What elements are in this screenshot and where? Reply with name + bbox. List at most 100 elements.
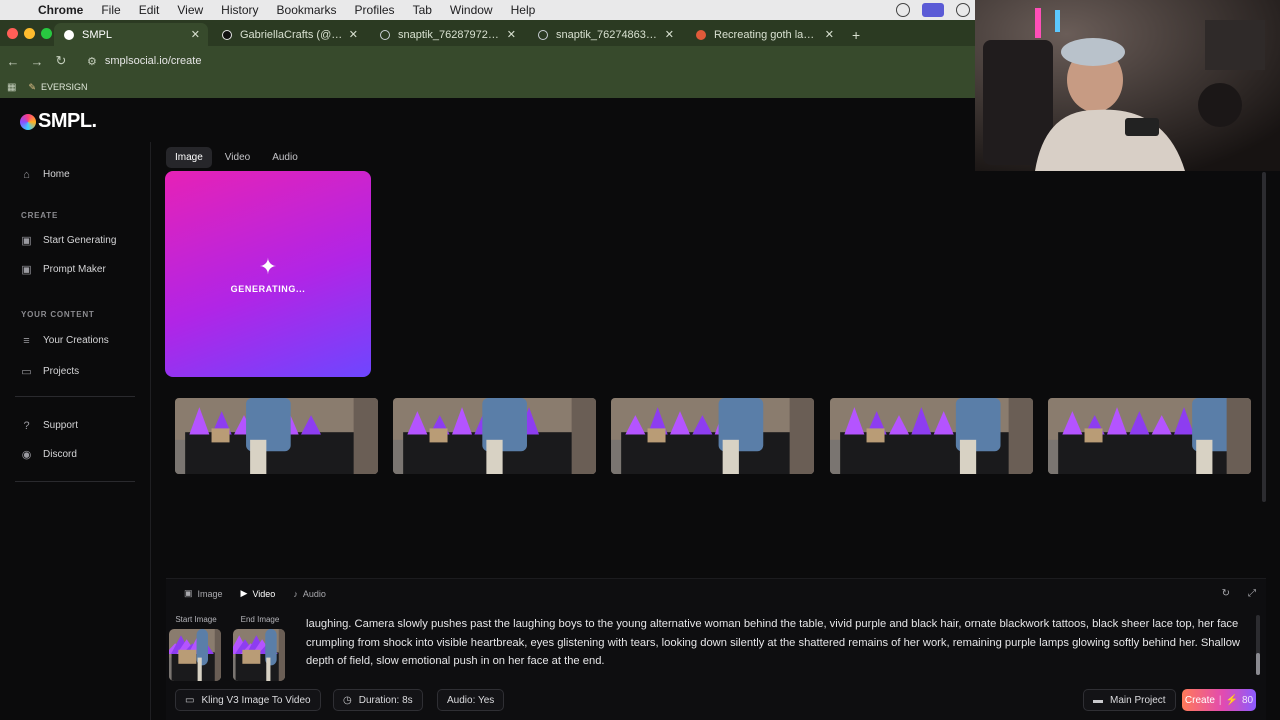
sidebar-item-prompt-maker[interactable]: ▣ Prompt Maker bbox=[20, 263, 106, 276]
brand-name: SMPL. bbox=[38, 110, 97, 132]
project-label: Main Project bbox=[1110, 694, 1166, 706]
close-tab-icon[interactable]: ✕ bbox=[191, 28, 200, 41]
thumbnail[interactable] bbox=[1048, 398, 1251, 474]
refresh-icon[interactable]: ↻ bbox=[1222, 588, 1230, 599]
minimize-window-button[interactable] bbox=[24, 28, 35, 39]
duration-selector[interactable]: ◷ Duration: 8s bbox=[333, 689, 423, 711]
thumbnail[interactable] bbox=[830, 398, 1033, 474]
background-shelf bbox=[1205, 20, 1265, 70]
status-icon[interactable] bbox=[896, 3, 910, 17]
video-frame bbox=[1048, 398, 1251, 474]
menu-history[interactable]: History bbox=[221, 3, 258, 17]
tab-image[interactable]: Image bbox=[166, 147, 212, 168]
model-selector[interactable]: ▭ Kling V3 Image To Video bbox=[175, 689, 321, 711]
start-image-slot[interactable]: Start Image bbox=[169, 615, 223, 681]
sidebar-item-discord[interactable]: ◉ Discord bbox=[20, 448, 77, 461]
generating-card: ✦ GENERATING... bbox=[165, 171, 371, 377]
thumbnail[interactable] bbox=[393, 398, 596, 474]
close-tab-icon[interactable]: ✕ bbox=[349, 28, 358, 41]
sidebar-item-label: Your Creations bbox=[43, 335, 109, 346]
neon-light bbox=[1035, 8, 1041, 38]
composer-tab-audio[interactable]: ♪ Audio bbox=[293, 588, 326, 599]
forward-icon[interactable]: → bbox=[25, 54, 49, 69]
project-selector[interactable]: ▬ Main Project bbox=[1083, 689, 1176, 711]
audio-toggle[interactable]: Audio: Yes bbox=[437, 689, 505, 711]
smpl-logo[interactable]: SMPL. bbox=[20, 110, 97, 133]
close-tab-icon[interactable]: ✕ bbox=[665, 28, 674, 41]
close-tab-icon[interactable]: ✕ bbox=[825, 28, 834, 41]
expand-icon[interactable]: ⤢ bbox=[1248, 588, 1256, 599]
prompt-scrollbar[interactable] bbox=[1256, 615, 1260, 675]
menu-help[interactable]: Help bbox=[511, 3, 536, 17]
sidebar-item-home[interactable]: ⌂ Home bbox=[20, 168, 70, 181]
create-button[interactable]: Create | ⚡ 80 bbox=[1182, 689, 1256, 711]
window-controls bbox=[7, 28, 52, 39]
image-icon: ▣ bbox=[21, 235, 32, 247]
menu-profiles[interactable]: Profiles bbox=[355, 3, 395, 17]
claude-favicon bbox=[696, 29, 706, 40]
sidebar-heading-create: CREATE bbox=[21, 211, 59, 220]
sidebar-item-label: Start Generating bbox=[43, 235, 117, 246]
browser-tab-snaptik-2[interactable]: snaptik_762748639712069515 ✕ bbox=[528, 23, 682, 46]
end-image-slot[interactable]: End Image bbox=[233, 615, 287, 681]
audio-label: Audio: Yes bbox=[447, 694, 495, 706]
sidebar-item-support[interactable]: ? Support bbox=[20, 419, 78, 432]
back-icon[interactable]: ← bbox=[1, 54, 25, 69]
camera-icon[interactable] bbox=[956, 3, 970, 17]
neon-light bbox=[1055, 10, 1060, 32]
screen-record-icon[interactable] bbox=[922, 3, 944, 17]
model-label: Kling V3 Image To Video bbox=[201, 694, 311, 706]
menu-view[interactable]: View bbox=[177, 3, 203, 17]
tab-video[interactable]: Video bbox=[216, 147, 259, 168]
browser-tab-smpl[interactable]: SMPL ✕ bbox=[54, 23, 208, 46]
clock-icon: ◷ bbox=[343, 694, 352, 706]
browser-tab-claude[interactable]: Recreating goth lamp product ✕ bbox=[686, 23, 842, 46]
sidebar-divider bbox=[15, 396, 135, 397]
menu-edit[interactable]: Edit bbox=[139, 3, 160, 17]
sidebar-item-your-creations[interactable]: ≡ Your Creations bbox=[20, 334, 109, 347]
close-tab-icon[interactable]: ✕ bbox=[507, 28, 516, 41]
url-text[interactable]: smplsocial.io/create bbox=[105, 55, 202, 67]
composer-tab-video[interactable]: ▶ Video bbox=[241, 588, 276, 599]
main-scrollbar[interactable] bbox=[1262, 172, 1266, 502]
new-tab-icon[interactable]: + bbox=[852, 27, 860, 43]
prompt-textarea[interactable]: laughing. Camera slowly pushes past the … bbox=[306, 615, 1258, 671]
sidebar-item-label: Projects bbox=[43, 366, 80, 377]
site-info-icon[interactable]: ⚙ bbox=[87, 55, 97, 68]
end-image-label: End Image bbox=[240, 615, 280, 624]
thumbnail[interactable] bbox=[175, 398, 378, 474]
composer-tab-image[interactable]: ▣ Image bbox=[184, 588, 223, 599]
end-image-thumbnail[interactable] bbox=[233, 629, 285, 681]
browser-tab-tiktok[interactable]: GabriellaCrafts (@yourwoode ✕ bbox=[212, 23, 366, 46]
database-icon: ≡ bbox=[23, 334, 30, 347]
create-label: Create bbox=[1184, 694, 1215, 706]
menu-window[interactable]: Window bbox=[450, 3, 493, 17]
audio-icon: ♪ bbox=[293, 588, 298, 599]
browser-tab-snaptik-1[interactable]: snaptik_762879721255366139 ✕ bbox=[370, 23, 524, 46]
video-frame bbox=[169, 629, 221, 681]
start-image-thumbnail[interactable] bbox=[169, 629, 221, 681]
smpl-favicon bbox=[64, 29, 74, 40]
tab-title: GabriellaCrafts (@yourwoode bbox=[240, 28, 343, 41]
smpl-logo-mark bbox=[20, 113, 36, 130]
generating-status: GENERATING... bbox=[230, 284, 306, 294]
zoom-window-button[interactable] bbox=[41, 28, 52, 39]
sidebar-item-start-generating[interactable]: ▣ Start Generating bbox=[20, 234, 116, 247]
menu-app-name[interactable]: Chrome bbox=[38, 3, 83, 17]
tab-audio[interactable]: Audio bbox=[263, 147, 307, 168]
bookmark-eversign[interactable]: EVERSIGN bbox=[41, 82, 88, 92]
tiktok-favicon bbox=[222, 29, 232, 40]
url-field[interactable]: ⚙ smplsocial.io/create bbox=[87, 55, 201, 68]
apps-grid-icon[interactable]: ▦ bbox=[7, 82, 16, 93]
thumbnail[interactable] bbox=[611, 398, 814, 474]
menu-bookmarks[interactable]: Bookmarks bbox=[277, 3, 337, 17]
phone bbox=[1125, 118, 1159, 136]
sidebar-item-projects[interactable]: ▭ Projects bbox=[20, 365, 79, 378]
reload-icon[interactable]: ↻ bbox=[49, 53, 73, 69]
image-icon: ▣ bbox=[21, 264, 32, 276]
video-icon: ▶ bbox=[240, 588, 248, 598]
menu-tab[interactable]: Tab bbox=[413, 3, 432, 17]
menu-file[interactable]: File bbox=[101, 3, 120, 17]
close-window-button[interactable] bbox=[7, 28, 18, 39]
globe-icon bbox=[538, 29, 548, 40]
